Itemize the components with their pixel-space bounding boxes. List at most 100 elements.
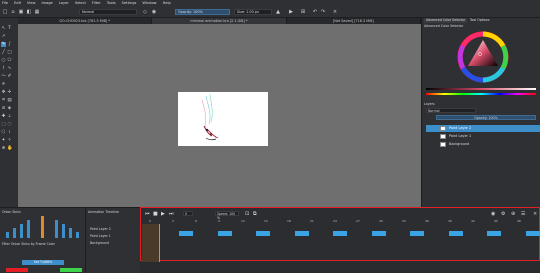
- freehand-select-icon[interactable]: ≀: [7, 130, 12, 135]
- new-document-icon[interactable]: □: [2, 9, 8, 15]
- onion-reset-button[interactable]: Set Tv(68%: [22, 260, 64, 265]
- close-icon[interactable]: ×: [332, 9, 338, 15]
- crop-icon[interactable]: ⌗: [1, 98, 6, 103]
- move-icon[interactable]: ✛: [7, 90, 12, 95]
- layer-thumbnail: [440, 142, 446, 147]
- menu-window[interactable]: Window: [142, 1, 156, 5]
- dynamic-brush-icon[interactable]: ✐: [7, 74, 12, 79]
- redo-icon[interactable]: ↷: [320, 9, 326, 15]
- layer-thumbnail: [440, 126, 446, 131]
- timeline-layer-row[interactable]: Paint Layer 1: [90, 233, 140, 239]
- menu-image[interactable]: Image: [42, 1, 53, 5]
- layer-row[interactable]: Paint Layer 2: [426, 125, 540, 132]
- line-tool-icon[interactable]: ╱: [1, 50, 6, 55]
- fill-icon[interactable]: ◈: [7, 106, 12, 111]
- timeline-layer-name: Paint Layer 2: [90, 227, 111, 231]
- keyframe-block[interactable]: [333, 231, 347, 236]
- document-canvas[interactable]: [178, 92, 268, 146]
- brush-preset-icon[interactable]: ◧: [26, 9, 32, 15]
- size-slider[interactable]: Size: 1.00 px: [234, 9, 272, 15]
- menu-view[interactable]: View: [27, 1, 36, 5]
- onion-skin-bars[interactable]: [4, 216, 82, 240]
- onion-skins-title: Onion Skins: [2, 210, 21, 214]
- multibrush-icon[interactable]: ✳: [1, 82, 6, 87]
- right-dock: Advanced Color Selector Tool Options Adv…: [421, 18, 540, 207]
- toolbox: ↖ T ↗ ✎ ∫ ╱ □ ○ ⬠ ⌇ ∿ 〜 ✐ ✳ ✥ ✛ ⌗ ▤ ⊘ ◈ …: [0, 18, 18, 207]
- assistant-icon[interactable]: ✚: [1, 114, 6, 119]
- blend-mode-select[interactable]: Normal: [79, 9, 137, 15]
- menu-help[interactable]: Help: [163, 1, 171, 5]
- animation-timeline: ⏮ ■ ▶ ⏭ 0 Speed: 100 % ⊡ ⧉ ◉ ⚙ ⊕ ☰ × 036…: [140, 207, 540, 262]
- measure-icon[interactable]: ⊥: [7, 114, 12, 119]
- bezier-tool-icon[interactable]: ∿: [7, 66, 12, 71]
- previous-color-swatch[interactable]: [6, 268, 28, 272]
- frame-track[interactable]: [141, 208, 540, 260]
- keyframe-block[interactable]: [179, 231, 193, 236]
- polygon-select-icon[interactable]: ⬡: [1, 130, 6, 135]
- mirror-horizontal-icon[interactable]: ▲: [275, 9, 281, 15]
- polygon-tool-icon[interactable]: ⬠: [7, 58, 12, 63]
- keyframe-block[interactable]: [487, 231, 501, 236]
- rectangle-tool-icon[interactable]: □: [7, 50, 12, 55]
- transform-icon[interactable]: ✥: [1, 90, 6, 95]
- similar-select-icon[interactable]: ✧: [7, 138, 12, 143]
- layer-opacity-slider[interactable]: Opacity: 100%: [436, 115, 536, 120]
- menu-settings[interactable]: Settings: [122, 1, 137, 5]
- layer-blend-select[interactable]: Normal: [426, 108, 476, 113]
- preserve-alpha-icon[interactable]: ◉: [151, 9, 157, 15]
- calligraphy-icon[interactable]: ∫: [7, 42, 12, 47]
- main-toolbar: □ ⌂ ▣ ◧ ▦ Normal ◇ ◉ Opacity: 100% Size:…: [0, 6, 540, 18]
- next-color-swatch[interactable]: [60, 268, 82, 272]
- keyframe-block[interactable]: [371, 231, 386, 236]
- pan-icon[interactable]: ✋: [7, 146, 13, 151]
- timeline-layer-row[interactable]: Paint Layer 2: [90, 226, 140, 232]
- gradient-icon[interactable]: ▤: [7, 98, 12, 103]
- menu-select[interactable]: Select: [75, 1, 86, 5]
- freehand-path-icon[interactable]: 〜: [1, 74, 6, 79]
- save-icon[interactable]: ▣: [18, 9, 24, 15]
- keyframe-block[interactable]: [525, 231, 540, 236]
- rect-select-icon[interactable]: ⬚: [1, 122, 6, 127]
- text-tool-icon[interactable]: T: [7, 26, 12, 31]
- edit-shapes-icon[interactable]: ↗: [1, 34, 6, 39]
- opacity-slider[interactable]: Opacity: 100%: [175, 9, 230, 15]
- polyline-tool-icon[interactable]: ⌇: [1, 66, 6, 71]
- menu-file[interactable]: File: [2, 1, 8, 5]
- onion-filter-label: Filter Onion Skins by Frame Color: [2, 242, 55, 246]
- tab-tool-options[interactable]: Tool Options: [468, 18, 492, 23]
- undo-icon[interactable]: ↶: [312, 9, 318, 15]
- eraser-icon[interactable]: ◇: [142, 9, 148, 15]
- mirror-vertical-icon[interactable]: ▶: [288, 9, 294, 15]
- layers-title: Layers: [424, 102, 435, 106]
- keyframe-block[interactable]: [410, 231, 424, 236]
- color-gradient-bar[interactable]: [426, 88, 536, 90]
- ellipse-select-icon[interactable]: ◌: [7, 122, 12, 127]
- freehand-brush-icon[interactable]: ✎: [1, 42, 6, 47]
- keyframe-block[interactable]: [256, 231, 270, 236]
- layer-row[interactable]: Background: [426, 141, 540, 148]
- open-icon[interactable]: ⌂: [10, 9, 16, 15]
- menu-layer[interactable]: Layer: [59, 1, 69, 5]
- layer-name: Paint Layer 2: [449, 126, 472, 130]
- color-wheel[interactable]: [456, 30, 510, 84]
- tab-advanced-color-selector[interactable]: Advanced Color Selector: [424, 18, 468, 23]
- zoom-icon[interactable]: ⊕: [1, 146, 6, 151]
- menu-filter[interactable]: Filter: [92, 1, 101, 5]
- timeline-layer-row[interactable]: Background: [90, 240, 140, 246]
- wrap-icon[interactable]: ⊞: [300, 9, 306, 15]
- hue-bar[interactable]: [426, 93, 536, 95]
- animation-docker-title: Animation Timeline: [88, 210, 119, 214]
- layer-row[interactable]: Paint Layer 1: [426, 133, 540, 140]
- pattern-icon[interactable]: ▦: [34, 9, 40, 15]
- keyframe-block[interactable]: [217, 231, 232, 236]
- contiguous-select-icon[interactable]: ✦: [1, 138, 6, 143]
- layer-name: Paint Layer 1: [449, 134, 472, 138]
- ellipse-tool-icon[interactable]: ○: [1, 58, 6, 63]
- menu-tools[interactable]: Tools: [107, 1, 116, 5]
- color-picker-icon[interactable]: ⊘: [1, 106, 6, 111]
- keyframe-block[interactable]: [294, 231, 309, 236]
- keyframe-block[interactable]: [448, 231, 463, 236]
- layer-name: Background: [449, 142, 470, 146]
- select-shapes-icon[interactable]: ↖: [1, 26, 6, 31]
- menu-edit[interactable]: Edit: [14, 1, 21, 5]
